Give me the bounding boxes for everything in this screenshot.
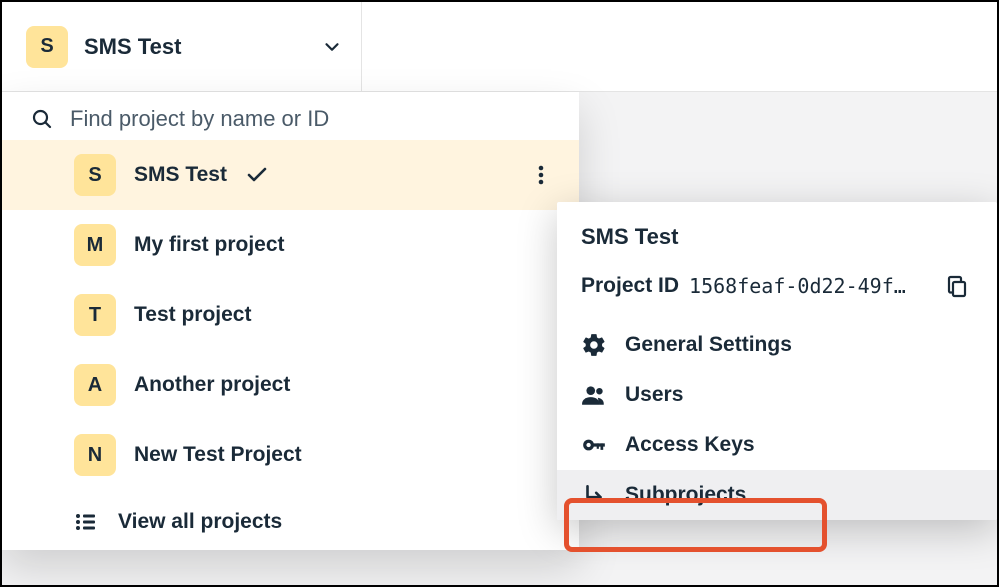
context-item-label: Users <box>625 383 683 407</box>
view-all-label: View all projects <box>118 510 282 534</box>
project-dropdown: S SMS Test M My first project T Test pro… <box>2 92 579 550</box>
topbar: S SMS Test <box>2 2 997 92</box>
context-item-access-keys[interactable]: Access Keys <box>557 420 997 470</box>
project-avatar: T <box>74 294 116 336</box>
project-item-label: Test project <box>134 303 251 327</box>
project-item-label: My first project <box>134 233 285 257</box>
context-item-users[interactable]: Users <box>557 370 997 420</box>
check-icon <box>245 163 269 187</box>
project-id-row: Project ID 1568feaf-0d22-49f… <box>557 260 997 320</box>
project-avatar: M <box>74 224 116 266</box>
project-list: S SMS Test M My first project T Test pro… <box>2 140 579 490</box>
topbar-spacer <box>362 2 997 91</box>
project-item-label: Another project <box>134 373 290 397</box>
project-item-label: SMS Test <box>134 163 227 187</box>
key-icon <box>581 432 607 458</box>
more-icon[interactable] <box>531 157 551 193</box>
context-item-subprojects[interactable]: Subprojects <box>557 470 997 520</box>
project-id-label: Project ID <box>581 274 679 298</box>
project-search-row <box>2 92 579 140</box>
project-id-value: 1568feaf-0d22-49f… <box>689 274 931 298</box>
project-avatar: A <box>74 364 116 406</box>
project-picker[interactable]: S SMS Test <box>2 2 362 91</box>
context-item-general-settings[interactable]: General Settings <box>557 320 997 370</box>
project-picker-label: SMS Test <box>84 34 305 60</box>
project-item-my-first-project[interactable]: M My first project <box>2 210 579 280</box>
search-icon <box>30 107 54 131</box>
project-item-sms-test[interactable]: S SMS Test <box>2 140 579 210</box>
project-avatar: S <box>26 26 68 68</box>
chevron-down-icon <box>321 36 343 58</box>
context-item-label: Access Keys <box>625 433 755 457</box>
project-context-menu: SMS Test Project ID 1568feaf-0d22-49f… G… <box>557 202 997 520</box>
users-icon <box>581 382 607 408</box>
project-avatar: N <box>74 434 116 476</box>
project-item-another-project[interactable]: A Another project <box>2 350 579 420</box>
project-search-input[interactable] <box>70 106 551 132</box>
view-all-projects[interactable]: View all projects <box>2 490 579 540</box>
subprojects-icon <box>581 482 607 508</box>
project-item-label: New Test Project <box>134 443 302 467</box>
project-item-test-project[interactable]: T Test project <box>2 280 579 350</box>
list-icon <box>74 510 98 534</box>
context-item-label: Subprojects <box>625 483 746 507</box>
context-item-label: General Settings <box>625 333 792 357</box>
context-menu-title: SMS Test <box>557 220 997 260</box>
gear-icon <box>581 332 607 358</box>
project-item-new-test-project[interactable]: N New Test Project <box>2 420 579 490</box>
project-avatar: S <box>74 154 116 196</box>
copy-icon[interactable] <box>941 270 973 302</box>
